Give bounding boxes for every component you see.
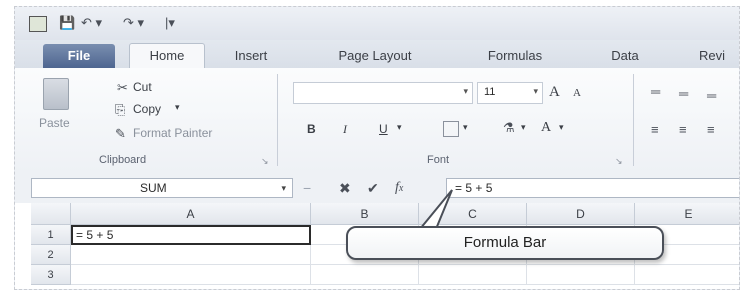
group-divider [633, 74, 634, 166]
align-bottom-icon[interactable]: ═ [707, 88, 716, 104]
font-size-select[interactable]: 11 ▾ [477, 82, 543, 104]
align-top-icon[interactable]: ═ [651, 84, 660, 100]
paste-button[interactable]: Paste [31, 74, 81, 146]
customize-icon[interactable]: |▾ [165, 14, 175, 32]
tab-file[interactable]: File [43, 44, 115, 68]
enter-icon[interactable]: ✔ [367, 178, 379, 198]
paste-icon [43, 78, 69, 110]
shrink-font-button[interactable]: A [573, 87, 581, 99]
font-name-select[interactable]: ▾ [293, 82, 473, 104]
copy-dropdown-arrow[interactable]: ▾ [175, 102, 180, 113]
clipboard-group-label: Clipboard [99, 154, 147, 166]
align-center-icon[interactable]: ≡ [679, 122, 687, 138]
ribbon-home: Paste ✂ Cut ⎘ Copy ▾ ✎ Format Painter Cl… [15, 68, 739, 174]
tab-data[interactable]: Data [603, 44, 647, 68]
copy-button[interactable]: Copy [133, 102, 161, 116]
grow-font-button[interactable]: A [549, 84, 560, 101]
select-all-corner[interactable] [31, 203, 71, 225]
align-right-icon[interactable]: ≡ [707, 122, 715, 138]
cancel-icon[interactable]: ✖ [339, 178, 351, 198]
paste-label: Paste [39, 116, 70, 130]
row-header-1[interactable]: 1 [31, 225, 71, 245]
column-header-e[interactable]: E [635, 203, 739, 225]
name-box[interactable]: SUM ▾ [31, 178, 293, 198]
cell-a3[interactable] [71, 265, 311, 285]
formula-bar-row: SUM ▾ − ✖ ✔ fx = 5 + 5 [15, 173, 739, 204]
cut-button[interactable]: Cut [133, 80, 152, 94]
bold-button[interactable]: B [307, 122, 316, 136]
font-name-dropdown-arrow: ▾ [463, 86, 468, 96]
align-middle-icon[interactable]: ═ [679, 86, 688, 102]
column-header-d[interactable]: D [527, 203, 635, 225]
cell-a2[interactable] [71, 245, 311, 265]
excel-icon[interactable] [29, 16, 47, 32]
tab-insert[interactable]: Insert [221, 44, 281, 68]
tab-formulas[interactable]: Formulas [475, 44, 555, 68]
row-header-3[interactable]: 3 [31, 265, 71, 285]
underline-dropdown-arrow[interactable]: ▾ [397, 122, 402, 133]
redo-icon[interactable]: ↷ ▾ [123, 14, 144, 32]
row-header-2[interactable]: 2 [31, 245, 71, 265]
underline-button[interactable]: U [379, 122, 388, 136]
group-divider [277, 74, 278, 166]
name-box-dropdown-arrow[interactable]: ▾ [281, 179, 286, 197]
insert-function-icon[interactable]: fx [395, 178, 403, 199]
cell-b3[interactable] [311, 265, 419, 285]
borders-dropdown-arrow[interactable]: ▾ [463, 122, 468, 133]
clipboard-launcher-icon[interactable]: ↘ [261, 156, 269, 167]
cell-e3[interactable] [635, 265, 739, 285]
scissors-icon: ✂ [117, 80, 128, 95]
callout-label: Formula Bar [463, 234, 547, 251]
font-launcher-icon[interactable]: ↘ [615, 156, 623, 167]
format-painter-button[interactable]: Format Painter [133, 126, 212, 140]
column-header-c[interactable]: C [419, 203, 527, 225]
undo-icon[interactable]: ↶ ▾ [81, 14, 102, 32]
font-size-dropdown-arrow: ▾ [533, 86, 538, 96]
formula-bar-callout: Formula Bar [346, 226, 664, 260]
formula-input[interactable]: = 5 + 5 [446, 178, 739, 198]
tab-review[interactable]: Revi [699, 44, 739, 68]
copy-icon: ⎘ [115, 102, 126, 117]
quick-access-toolbar: 💾 ↶ ▾ ↷ ▾ |▾ [15, 7, 739, 41]
fill-color-dropdown-arrow[interactable]: ▾ [521, 122, 526, 133]
column-header-a[interactable]: A [71, 203, 311, 225]
format-painter-icon: ✎ [115, 126, 126, 141]
font-size-value: 11 [484, 86, 496, 98]
cell-a1[interactable]: = 5 + 5 [71, 225, 311, 245]
column-header-b[interactable]: B [311, 203, 419, 225]
font-group-label: Font [427, 154, 450, 166]
cell-c3[interactable] [419, 265, 527, 285]
tab-page-layout[interactable]: Page Layout [323, 44, 427, 68]
tab-home[interactable]: Home [129, 43, 205, 70]
fill-color-icon[interactable]: ⚗ [503, 120, 515, 136]
expand-icon[interactable]: − [303, 178, 311, 198]
italic-button[interactable]: I [343, 122, 347, 137]
font-color-button[interactable]: A [541, 120, 551, 136]
name-box-value: SUM [140, 181, 167, 195]
cell-d3[interactable] [527, 265, 635, 285]
save-icon[interactable]: 💾 [59, 14, 75, 32]
align-left-icon[interactable]: ≡ [651, 122, 659, 138]
font-color-dropdown-arrow[interactable]: ▾ [559, 122, 564, 133]
ribbon-tabs: File Home Insert Page Layout Formulas Da… [15, 40, 739, 70]
borders-icon[interactable] [443, 121, 459, 137]
